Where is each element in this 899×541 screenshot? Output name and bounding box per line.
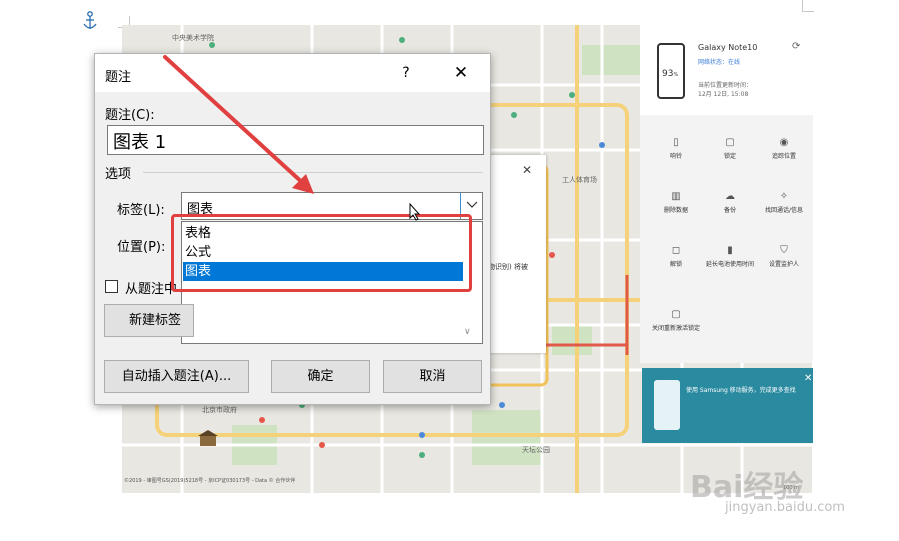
baidu-watermark-url: jingyan.baidu.com	[725, 500, 845, 515]
annotation-arrow	[163, 55, 314, 194]
map-copyright: ©2019 - 审图号GS(2019)5218号 - 京ICP证030173号 …	[124, 478, 296, 484]
mouse-cursor-icon	[409, 203, 421, 221]
